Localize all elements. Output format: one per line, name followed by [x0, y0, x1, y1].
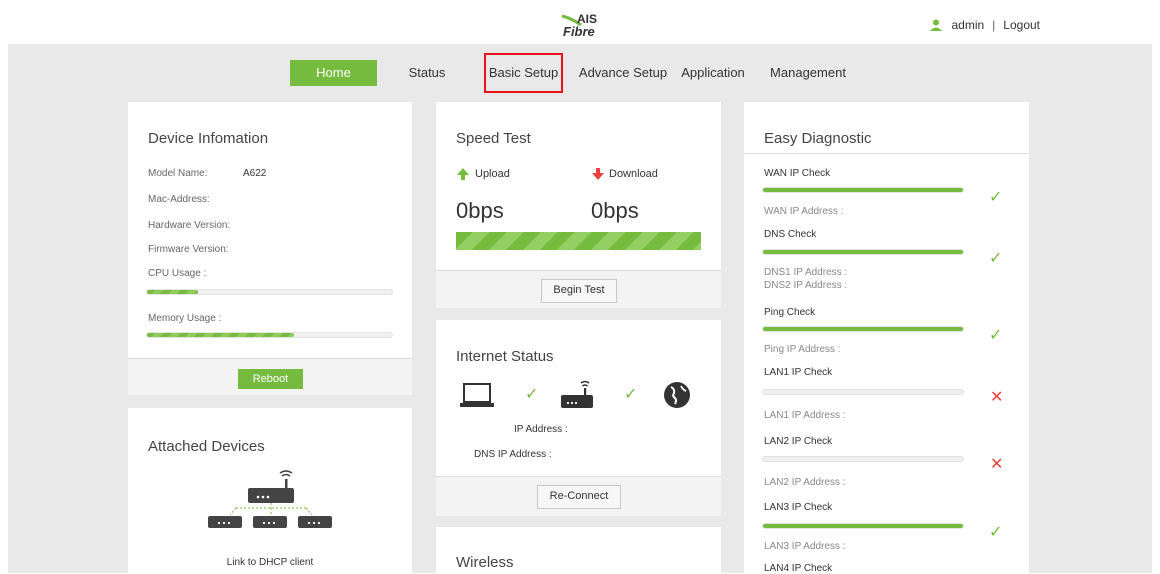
nav-basic-setup[interactable]: Basic Setup: [484, 53, 563, 93]
ping-check-bar: [762, 326, 964, 332]
lan1-ip-check-fail-icon: ✕: [990, 389, 1004, 406]
lan2-ip-check-bar: [762, 456, 964, 462]
nav-management[interactable]: Management: [768, 60, 848, 86]
nav-home[interactable]: Home: [290, 60, 377, 86]
logout-link[interactable]: Logout: [1003, 18, 1040, 32]
reboot-button[interactable]: Reboot: [238, 369, 303, 389]
lan2-ip-address-label: LAN2 IP Address :: [764, 477, 846, 488]
ais-fibre-logo[interactable]: AIS Fibre: [555, 12, 615, 40]
firmware-version-label: Firmware Version:: [148, 244, 229, 255]
reconnect-button[interactable]: Re-Connect: [537, 485, 621, 509]
network-topology-icon: [208, 470, 332, 528]
upload-speed-value: 0bps: [456, 198, 504, 223]
wan-ip-check-label: WAN IP Check: [764, 168, 831, 179]
internet-status-footer: Re-Connect: [436, 476, 721, 516]
dns2-ip-address-label: DNS2 IP Address :: [764, 280, 848, 291]
speed-test-footer: Begin Test: [436, 270, 721, 308]
dns-check-label: DNS Check: [764, 229, 817, 240]
router-connection-check-icon: ✓: [624, 386, 638, 403]
diagnostic-divider: [744, 153, 1029, 154]
dns-check-ok-icon: ✓: [989, 250, 1003, 267]
download-label: Download: [609, 168, 658, 180]
hardware-version-label: Hardware Version:: [148, 220, 231, 231]
device-info-title: Device Infomation: [148, 130, 269, 147]
device-info-footer: Reboot: [128, 358, 412, 395]
wireless-card: Wireless: [436, 527, 721, 573]
wan-ip-check-bar: [762, 187, 964, 193]
easy-diagnostic-card: Easy Diagnostic WAN IP Check ✓ WAN IP Ad…: [744, 102, 1029, 574]
dhcp-client-link[interactable]: Link to DHCP client: [128, 557, 412, 568]
lan4-ip-check-label: LAN4 IP Check: [764, 563, 833, 574]
lan3-ip-check-fill: [763, 524, 963, 528]
user-area: admin | Logout: [929, 18, 1040, 32]
attached-devices-card: Attached Devices Link to DHCP client: [128, 408, 412, 573]
laptop-connection-check-icon: ✓: [525, 386, 539, 403]
cpu-usage-bar: [146, 289, 393, 295]
download-speed-value: 0bps: [591, 198, 639, 223]
lan1-ip-check-bar: [762, 389, 964, 395]
model-name-value: A622: [243, 168, 267, 179]
wan-ip-check-fill: [763, 188, 963, 192]
device-info-card: Device Infomation Model Name: A622 Mac-A…: [128, 102, 412, 395]
memory-usage-label: Memory Usage :: [148, 313, 222, 324]
speed-test-card: Speed Test Upload Download 0bps 0bps Beg…: [436, 102, 721, 308]
wan-ip-address-label: WAN IP Address :: [764, 206, 844, 217]
ping-check-fill: [763, 327, 963, 331]
lan3-ip-check-bar: [762, 523, 964, 529]
globe-icon: [664, 382, 690, 408]
ping-check-ok-icon: ✓: [989, 327, 1003, 344]
easy-diagnostic-title: Easy Diagnostic: [764, 130, 872, 147]
cpu-usage-label: CPU Usage :: [148, 268, 207, 279]
download-arrow-icon: [592, 168, 604, 180]
router-icon: [561, 380, 593, 408]
username-label: admin: [951, 18, 985, 32]
memory-usage-fill: [147, 333, 294, 337]
cpu-usage-fill: [147, 290, 199, 294]
lan1-ip-check-label: LAN1 IP Check: [764, 367, 833, 378]
dns-check-bar: [762, 249, 964, 255]
lan2-ip-check-label: LAN2 IP Check: [764, 436, 833, 447]
model-name-label: Model Name:: [148, 168, 208, 179]
dns-check-fill: [763, 250, 963, 254]
internet-status-card: Internet Status ✓ ✓ IP Address : DNS IP …: [436, 320, 721, 516]
top-header: AIS Fibre admin | Logout: [0, 0, 1160, 44]
internet-status-title: Internet Status: [456, 348, 554, 365]
lan3-ip-address-label: LAN3 IP Address :: [764, 541, 846, 552]
nav-advance-setup[interactable]: Advance Setup: [574, 60, 672, 86]
main-nav: Home Status Basic Setup Advance Setup Ap…: [0, 50, 1160, 93]
lan3-ip-check-ok-icon: ✓: [989, 524, 1003, 541]
lan1-ip-address-label: LAN1 IP Address :: [764, 410, 846, 421]
ip-address-label: IP Address :: [514, 424, 568, 435]
dns-ip-address-label: DNS IP Address :: [474, 449, 552, 460]
upload-arrow-icon: [457, 168, 469, 180]
memory-usage-bar: [146, 332, 393, 338]
ping-check-label: Ping Check: [764, 307, 816, 318]
lan2-ip-check-fail-icon: ✕: [990, 456, 1004, 473]
user-icon: [930, 19, 943, 31]
dns1-ip-address-label: DNS1 IP Address :: [764, 267, 848, 278]
lan3-ip-check-label: LAN3 IP Check: [764, 502, 833, 513]
nav-application[interactable]: Application: [678, 60, 748, 86]
speed-test-progress-bar: [456, 232, 701, 250]
wan-ip-check-ok-icon: ✓: [989, 189, 1003, 206]
header-separator: |: [992, 18, 996, 32]
attached-devices-title: Attached Devices: [148, 438, 265, 455]
laptop-icon: [460, 383, 494, 407]
mac-address-label: Mac-Address:: [148, 194, 210, 205]
wireless-title: Wireless: [456, 554, 514, 571]
ping-ip-address-label: Ping IP Address :: [764, 344, 841, 355]
logo-fibre-text: Fibre: [563, 24, 595, 39]
speed-test-title: Speed Test: [456, 130, 531, 147]
upload-label: Upload: [475, 168, 510, 180]
nav-status[interactable]: Status: [402, 60, 452, 86]
begin-test-button[interactable]: Begin Test: [541, 279, 617, 303]
